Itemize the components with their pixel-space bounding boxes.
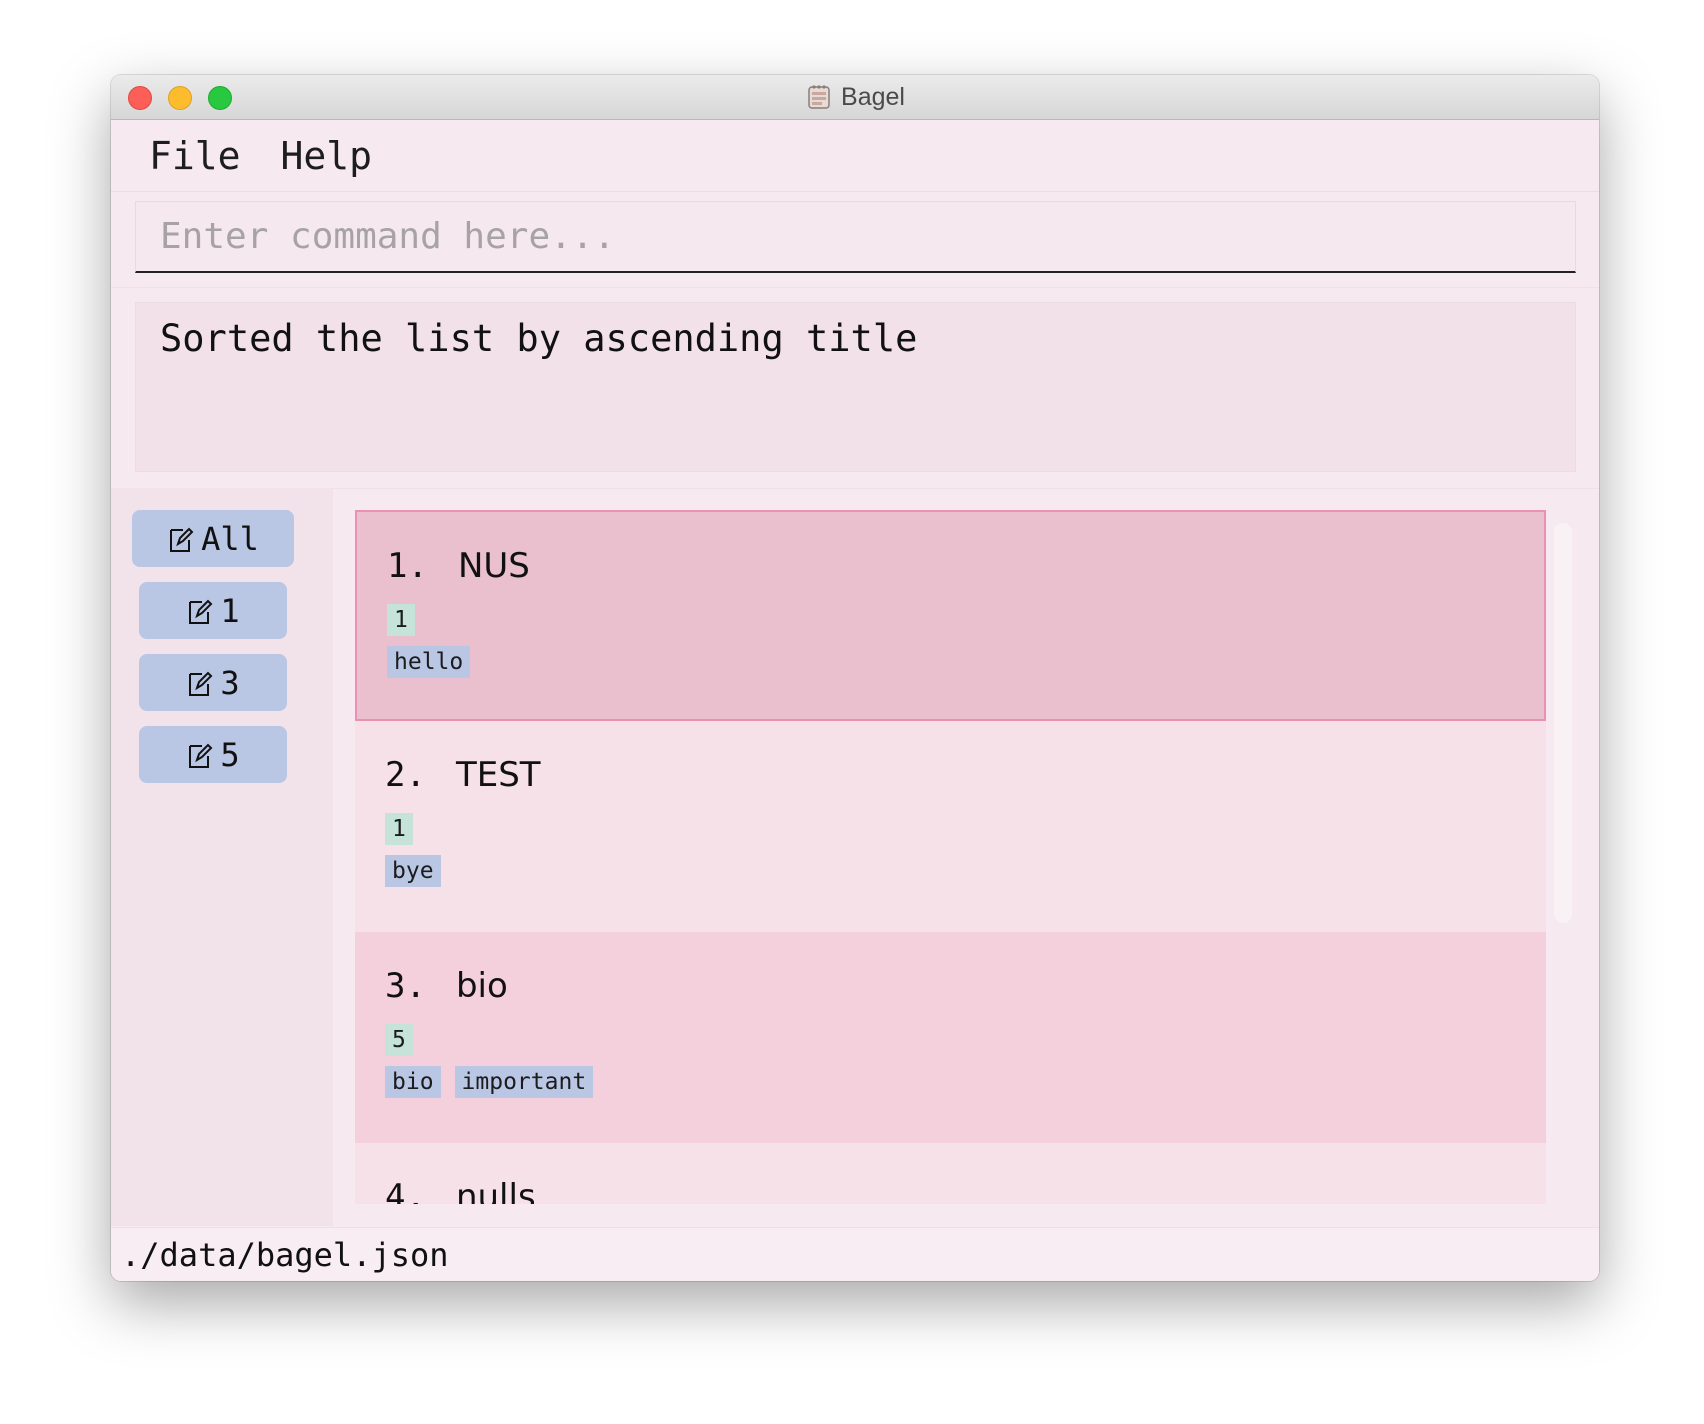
- status-bar: ./data/bagel.json: [111, 1227, 1599, 1281]
- list-item[interactable]: 1. NUS 1 hello: [355, 510, 1546, 721]
- window-title: Bagel: [111, 75, 1599, 119]
- edit-note-icon: [189, 671, 213, 696]
- list-item[interactable]: 4. nulls: [355, 1143, 1546, 1204]
- app-window: Bagel File Help Sorted the list by ascen…: [111, 75, 1599, 1281]
- card-title-text: nulls: [455, 1177, 536, 1204]
- app-icon: [808, 85, 830, 109]
- note-list[interactable]: 1. NUS 1 hello 2. TEST 1 bye 3. bio 5 bi…: [355, 510, 1546, 1204]
- list-item[interactable]: 2. TEST 1 bye: [355, 721, 1546, 932]
- menu-bar: File Help: [111, 120, 1599, 192]
- tag: important: [454, 1066, 594, 1098]
- card-tags-green: 1: [385, 813, 413, 845]
- tag: bye: [385, 855, 441, 887]
- card-title-text: NUS: [457, 546, 530, 586]
- card-tags-green: 1: [387, 604, 415, 636]
- card-tags-blue: bye: [385, 855, 441, 887]
- title-bar: Bagel: [111, 75, 1599, 120]
- result-panel: Sorted the list by ascending title: [111, 287, 1599, 489]
- sidebar-button-5[interactable]: 5: [139, 726, 287, 783]
- tag: 1: [387, 604, 415, 636]
- command-input[interactable]: [135, 201, 1576, 273]
- card-index: 4.: [385, 1177, 426, 1204]
- menu-help[interactable]: Help: [281, 134, 373, 178]
- menu-file[interactable]: File: [149, 134, 241, 178]
- window-title-text: Bagel: [841, 82, 905, 111]
- card-title-text: TEST: [455, 755, 541, 795]
- sidebar-button-label: 3: [220, 663, 240, 702]
- list-scrollbar[interactable]: [1554, 523, 1572, 923]
- card-tags-green: 5: [385, 1024, 413, 1056]
- edit-note-icon: [189, 743, 213, 768]
- tag: 1: [385, 813, 413, 845]
- tag: bio: [385, 1066, 441, 1098]
- file-path: ./data/bagel.json: [121, 1236, 449, 1274]
- sidebar-button-all[interactable]: All: [132, 510, 294, 567]
- sidebar-button-1[interactable]: 1: [139, 582, 287, 639]
- sidebar-button-label: All: [201, 519, 259, 558]
- result-display: Sorted the list by ascending title: [135, 302, 1576, 472]
- card-title: 4. nulls: [385, 1177, 536, 1204]
- card-title: 3. bio: [385, 966, 508, 1006]
- card-title-text: bio: [455, 966, 508, 1006]
- tag: 5: [385, 1024, 413, 1056]
- sidebar-button-label: 5: [220, 735, 240, 774]
- list-item[interactable]: 3. bio 5 bio important: [355, 932, 1546, 1143]
- card-tags-blue: hello: [387, 646, 471, 678]
- tag: hello: [387, 646, 471, 678]
- edit-note-icon: [170, 527, 194, 552]
- card-title: 1. NUS: [387, 546, 530, 586]
- sidebar-button-3[interactable]: 3: [139, 654, 287, 711]
- card-index: 3.: [385, 966, 426, 1006]
- sidebar: All 1 3 5: [111, 488, 333, 1226]
- card-index: 1.: [387, 546, 428, 586]
- sidebar-button-label: 1: [220, 591, 240, 630]
- card-tags-blue: bio important: [385, 1066, 594, 1098]
- card-index: 2.: [385, 755, 426, 795]
- card-title: 2. TEST: [385, 755, 541, 795]
- edit-note-icon: [189, 599, 213, 624]
